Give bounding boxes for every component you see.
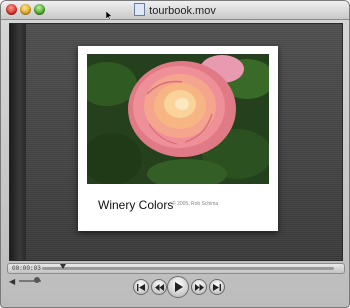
rose-photo xyxy=(87,54,269,184)
video-stage[interactable]: Winery Colors © 2005, Rob Schima xyxy=(9,23,343,261)
fast-forward-icon xyxy=(194,283,204,291)
book-spine xyxy=(10,24,26,260)
window-title: tourbook.mov xyxy=(149,5,216,17)
card-credit: © 2005, Rob Schima xyxy=(172,201,219,207)
card-title: Winery Colors xyxy=(98,198,174,212)
play-button[interactable] xyxy=(167,276,189,298)
skip-to-start-button[interactable] xyxy=(133,279,149,295)
movie-player-window: tourbook.mov Winery Colors © 2005, Rob S… xyxy=(0,0,350,308)
timeline-track[interactable] xyxy=(42,267,334,270)
timecode-display: 00:00:03 xyxy=(12,265,41,272)
skip-to-start-icon xyxy=(137,283,145,291)
fast-forward-button[interactable] xyxy=(191,279,207,295)
timeline-scrubber[interactable]: 00:00:03 xyxy=(7,263,345,274)
movie-document-icon xyxy=(134,3,146,16)
photo-card: Winery Colors © 2005, Rob Schima xyxy=(78,46,278,231)
skip-to-end-icon xyxy=(213,283,221,291)
play-icon xyxy=(174,282,183,292)
mouse-cursor-icon xyxy=(105,10,113,22)
playhead-icon[interactable] xyxy=(60,264,66,269)
volume-knob[interactable] xyxy=(34,277,40,283)
skip-to-end-button[interactable] xyxy=(209,279,225,295)
rewind-button[interactable] xyxy=(151,279,167,295)
window-title-container: tourbook.mov xyxy=(1,3,349,17)
title-bar[interactable]: tourbook.mov xyxy=(1,1,349,20)
speaker-icon[interactable]: ◀ xyxy=(9,277,15,286)
rewind-icon xyxy=(154,283,164,291)
playback-controls: ◀ xyxy=(1,274,349,307)
